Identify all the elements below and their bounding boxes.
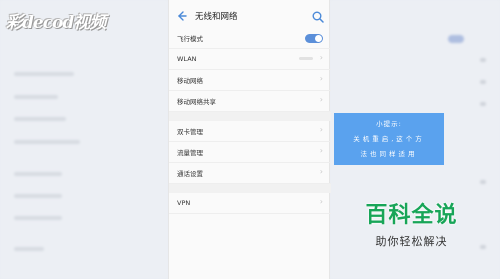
ghost-line (14, 172, 62, 176)
ghost-line (14, 247, 44, 251)
setting-data-usage[interactable]: 流量管理 › (169, 142, 331, 163)
setting-label: WLAN (177, 55, 197, 63)
app-header: 无线和网络 (169, 6, 331, 28)
ghost-line (14, 72, 74, 76)
ghost-dot (480, 245, 486, 249)
setting-mobile-network[interactable]: 移动网络 › (169, 70, 331, 91)
setting-label: 移动网络共享 (177, 98, 216, 106)
background-left (0, 0, 168, 279)
search-icon[interactable] (311, 9, 325, 23)
setting-label: 移动网络 (177, 77, 203, 85)
setting-dual-sim[interactable]: 双卡管理 › (169, 121, 331, 142)
setting-tethering[interactable]: 移动网络共享 › (169, 91, 331, 112)
settings-list: 飞行模式 WLAN › 移动网络 › 移动网络共享 › 双卡管理 › 流量管理 … (169, 28, 331, 214)
chevron-right-icon: › (319, 146, 323, 155)
chevron-right-icon: › (319, 167, 323, 176)
setting-label: 流量管理 (177, 149, 203, 157)
brand-logo: 百科全说 助你轻松解决 (345, 197, 478, 249)
ghost-dot (480, 102, 486, 106)
chevron-right-icon: › (319, 125, 323, 134)
ghost-dot (480, 58, 486, 62)
back-arrow-icon[interactable] (175, 9, 189, 23)
ghost-line (14, 216, 62, 220)
ghost-dot (480, 180, 486, 184)
setting-label: 双卡管理 (177, 128, 203, 136)
toggle-knob (315, 35, 322, 42)
chevron-right-icon: › (319, 53, 323, 62)
section-divider (169, 184, 331, 193)
wlan-status (299, 57, 313, 60)
tip-box: 小提示: 关机重启,这个方 法也同样适用 (334, 113, 444, 165)
setting-wlan[interactable]: WLAN › (169, 49, 331, 70)
tip-title: 小提示: (376, 120, 402, 128)
setting-label: 通话设置 (177, 170, 203, 178)
chevron-right-icon: › (319, 197, 323, 206)
chevron-right-icon: › (319, 74, 323, 83)
ghost-toggle (448, 35, 464, 43)
section-divider (169, 112, 331, 121)
ghost-line (14, 117, 66, 121)
ghost-dot (480, 80, 486, 84)
watermark-logo: 彩decod视频 (6, 13, 106, 33)
settings-screen: 无线和网络 飞行模式 WLAN › 移动网络 › 移动网络共享 › 双卡管理 ›… (168, 0, 331, 279)
setting-vpn[interactable]: VPN › (169, 193, 331, 214)
page-title: 无线和网络 (195, 12, 238, 22)
setting-airplane-mode[interactable]: 飞行模式 (169, 28, 331, 49)
setting-label: 飞行模式 (177, 35, 203, 43)
tip-text-line-1: 关机重启,这个方 (353, 135, 425, 143)
setting-call-settings[interactable]: 通话设置 › (169, 163, 331, 184)
brand-name: 百科全说 (365, 203, 458, 228)
brand-slogan: 助你轻松解决 (375, 235, 448, 248)
chevron-right-icon: › (319, 95, 323, 104)
ghost-line (14, 194, 62, 198)
tip-text-line-2: 法也同样适用 (360, 150, 418, 158)
ghost-line (14, 95, 58, 99)
airplane-mode-toggle[interactable] (305, 34, 323, 43)
setting-label: VPN (177, 199, 191, 207)
ghost-line (14, 140, 80, 144)
